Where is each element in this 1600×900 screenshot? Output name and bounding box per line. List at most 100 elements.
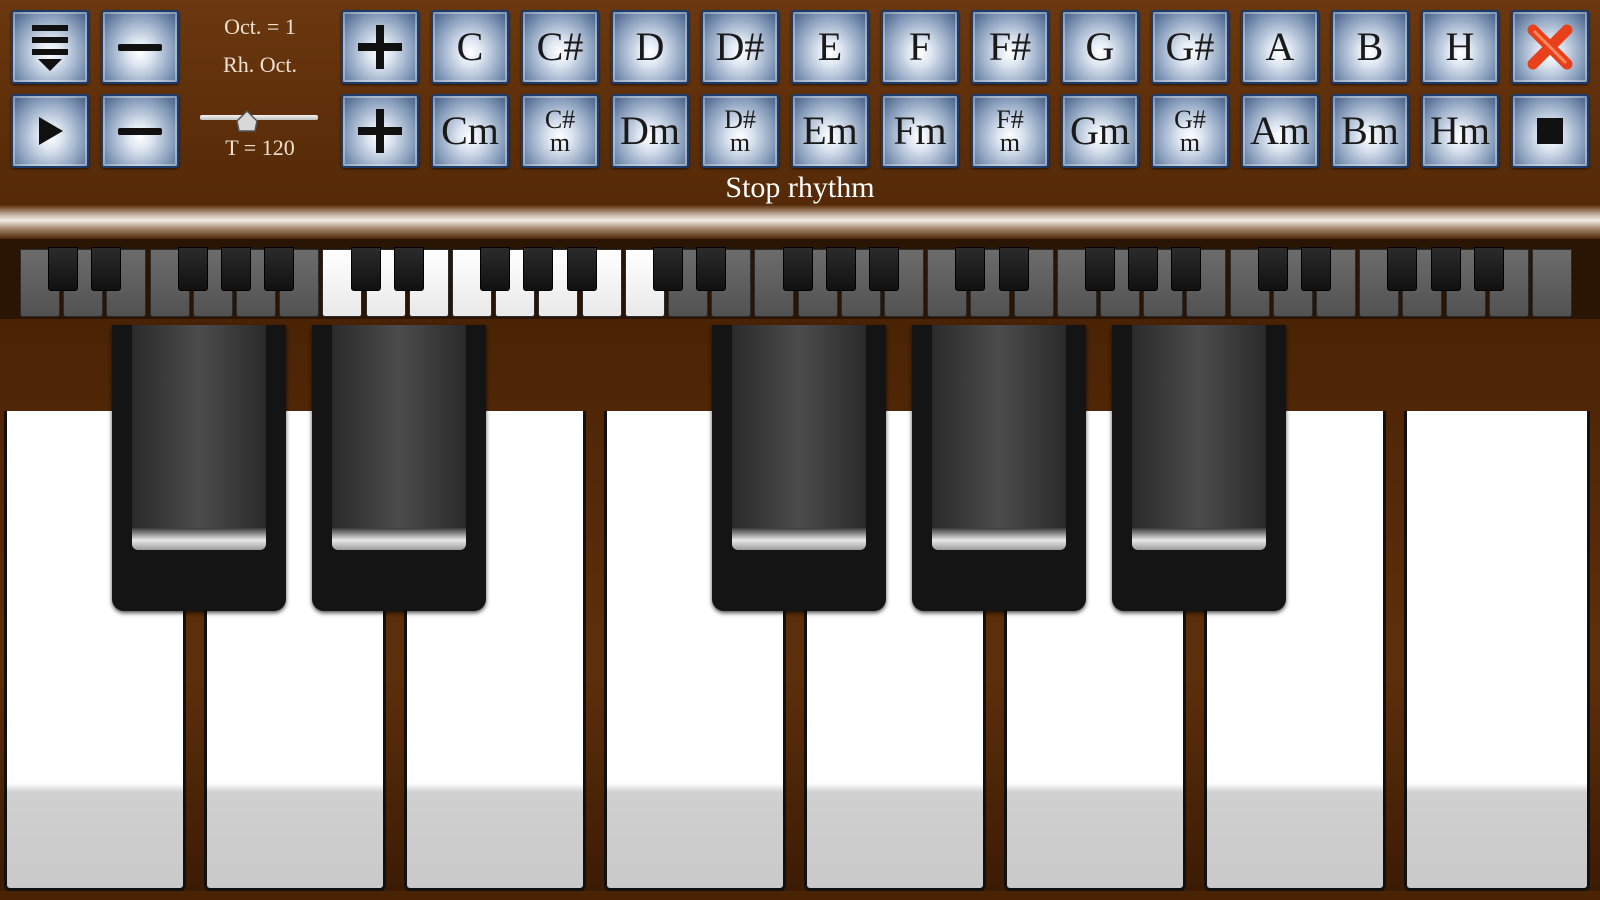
mini-black-key bbox=[48, 247, 79, 291]
black-key-face bbox=[932, 325, 1066, 550]
mini-black-key bbox=[1128, 247, 1159, 291]
mini-black-key bbox=[480, 247, 511, 291]
plus-icon bbox=[358, 109, 402, 153]
mini-black-key bbox=[1301, 247, 1331, 291]
octave-text: Oct. = 1 bbox=[224, 14, 296, 39]
black-key-csharp[interactable] bbox=[112, 325, 286, 611]
status-label: Stop rhythm bbox=[725, 171, 875, 204]
mini-black-key bbox=[393, 247, 424, 291]
black-key-dsharp[interactable] bbox=[312, 325, 486, 611]
octave-plus-button[interactable] bbox=[341, 10, 419, 84]
close-button[interactable] bbox=[1511, 10, 1589, 84]
mini-black-key bbox=[1257, 247, 1288, 291]
mini-black-key bbox=[1387, 247, 1418, 291]
chord-button-f[interactable]: F bbox=[881, 10, 959, 84]
chord-label-top: Hm bbox=[1430, 108, 1490, 153]
chord-button-dsharpm[interactable]: D# m bbox=[701, 94, 779, 168]
rhythm-octave-minus-button[interactable] bbox=[101, 94, 179, 168]
chord-label: C bbox=[456, 24, 484, 69]
chord-label: E bbox=[817, 24, 843, 69]
chord-button-c[interactable]: C bbox=[431, 10, 509, 84]
chord-label: F bbox=[908, 24, 932, 69]
mini-black-key bbox=[221, 247, 251, 291]
chord-button-am[interactable]: Am bbox=[1241, 94, 1319, 168]
mini-black-key bbox=[1085, 247, 1115, 291]
chord-button-fsharpm[interactable]: F# m bbox=[971, 94, 1049, 168]
chord-button-hm[interactable]: Hm bbox=[1421, 94, 1499, 168]
black-key-face bbox=[332, 325, 466, 550]
black-key-face bbox=[1132, 325, 1266, 550]
mini-black-key bbox=[653, 247, 683, 291]
mini-black-key bbox=[1171, 247, 1202, 291]
chord-label: H bbox=[1445, 24, 1475, 69]
chord-label: F# bbox=[988, 24, 1032, 69]
rhythm-octave-text: Rh. Oct. bbox=[223, 52, 297, 77]
mini-white-key bbox=[1532, 249, 1572, 317]
chord-button-gsharpm[interactable]: G# m bbox=[1151, 94, 1229, 168]
chord-label-top: Dm bbox=[620, 108, 680, 153]
chord-label: G# bbox=[1165, 24, 1215, 69]
mini-black-key bbox=[696, 247, 727, 291]
chord-label-top: Cm bbox=[441, 108, 499, 153]
mini-black-key bbox=[1473, 247, 1504, 291]
chord-button-dsharp[interactable]: D# bbox=[701, 10, 779, 84]
chord-button-d[interactable]: D bbox=[611, 10, 689, 84]
minus-icon bbox=[118, 127, 162, 135]
white-key-c2[interactable] bbox=[1404, 411, 1590, 891]
chord-label-top: Fm bbox=[893, 108, 947, 153]
chord-label-top: Am bbox=[1250, 108, 1310, 153]
chord-button-g[interactable]: G bbox=[1061, 10, 1139, 84]
chord-button-gsharp[interactable]: G# bbox=[1151, 10, 1229, 84]
plus-icon bbox=[358, 25, 402, 69]
chord-button-bm[interactable]: Bm bbox=[1331, 94, 1409, 168]
mini-black-key bbox=[264, 247, 295, 291]
minus-icon bbox=[118, 43, 162, 51]
menu-button[interactable] bbox=[11, 10, 89, 84]
play-rhythm-button[interactable] bbox=[11, 94, 89, 168]
top-panel: Oct. = 1 Rh. Oct. T = 120 Stop rhythm C … bbox=[0, 0, 1600, 205]
rhythm-octave-plus-button[interactable] bbox=[341, 94, 419, 168]
chord-label: A bbox=[1265, 24, 1295, 69]
mini-black-key bbox=[177, 247, 208, 291]
black-key-b[interactable] bbox=[1112, 325, 1286, 611]
chord-label-bottom: m bbox=[549, 128, 571, 157]
octave-minus-button[interactable] bbox=[101, 10, 179, 84]
black-key-gsharp[interactable] bbox=[912, 325, 1086, 611]
black-key-fsharp[interactable] bbox=[712, 325, 886, 611]
chord-button-e[interactable]: E bbox=[791, 10, 869, 84]
chord-label-bottom: m bbox=[999, 128, 1021, 157]
chord-label-bottom: m bbox=[1179, 128, 1201, 157]
keyboard-rail bbox=[0, 205, 1600, 239]
chord-button-cm[interactable]: Cm bbox=[431, 94, 509, 168]
black-key-face bbox=[132, 325, 266, 550]
tempo-slider-track[interactable] bbox=[200, 115, 318, 120]
chord-button-csharp[interactable]: C# bbox=[521, 10, 599, 84]
chord-button-fm[interactable]: Fm bbox=[881, 94, 959, 168]
mini-black-key bbox=[350, 247, 381, 291]
chord-button-dm[interactable]: Dm bbox=[611, 94, 689, 168]
chord-button-a[interactable]: A bbox=[1241, 10, 1319, 84]
chord-label: B bbox=[1356, 24, 1384, 69]
mini-black-key bbox=[955, 247, 986, 291]
mini-black-key bbox=[825, 247, 856, 291]
chord-button-b[interactable]: B bbox=[1331, 10, 1409, 84]
stop-button[interactable] bbox=[1511, 94, 1589, 168]
chord-label: G bbox=[1085, 24, 1115, 69]
tempo-slider-thumb[interactable] bbox=[236, 110, 259, 132]
mini-keyboard-navigator[interactable] bbox=[0, 239, 1600, 319]
chord-button-fsharp[interactable]: F# bbox=[971, 10, 1049, 84]
bottom-strip bbox=[0, 891, 1600, 900]
mini-black-key bbox=[869, 247, 899, 291]
mini-black-key bbox=[566, 247, 597, 291]
chord-label-top: Bm bbox=[1341, 108, 1399, 153]
mini-black-key bbox=[998, 247, 1029, 291]
chord-button-em[interactable]: Em bbox=[791, 94, 869, 168]
chord-button-gm[interactable]: Gm bbox=[1061, 94, 1139, 168]
chord-button-csharpm[interactable]: C# m bbox=[521, 94, 599, 168]
chord-label: C# bbox=[536, 24, 584, 69]
chord-button-h[interactable]: H bbox=[1421, 10, 1499, 84]
chord-label-top: Em bbox=[802, 108, 858, 153]
mini-black-key bbox=[782, 247, 813, 291]
black-key-face bbox=[732, 325, 866, 550]
mini-black-key bbox=[1430, 247, 1461, 291]
